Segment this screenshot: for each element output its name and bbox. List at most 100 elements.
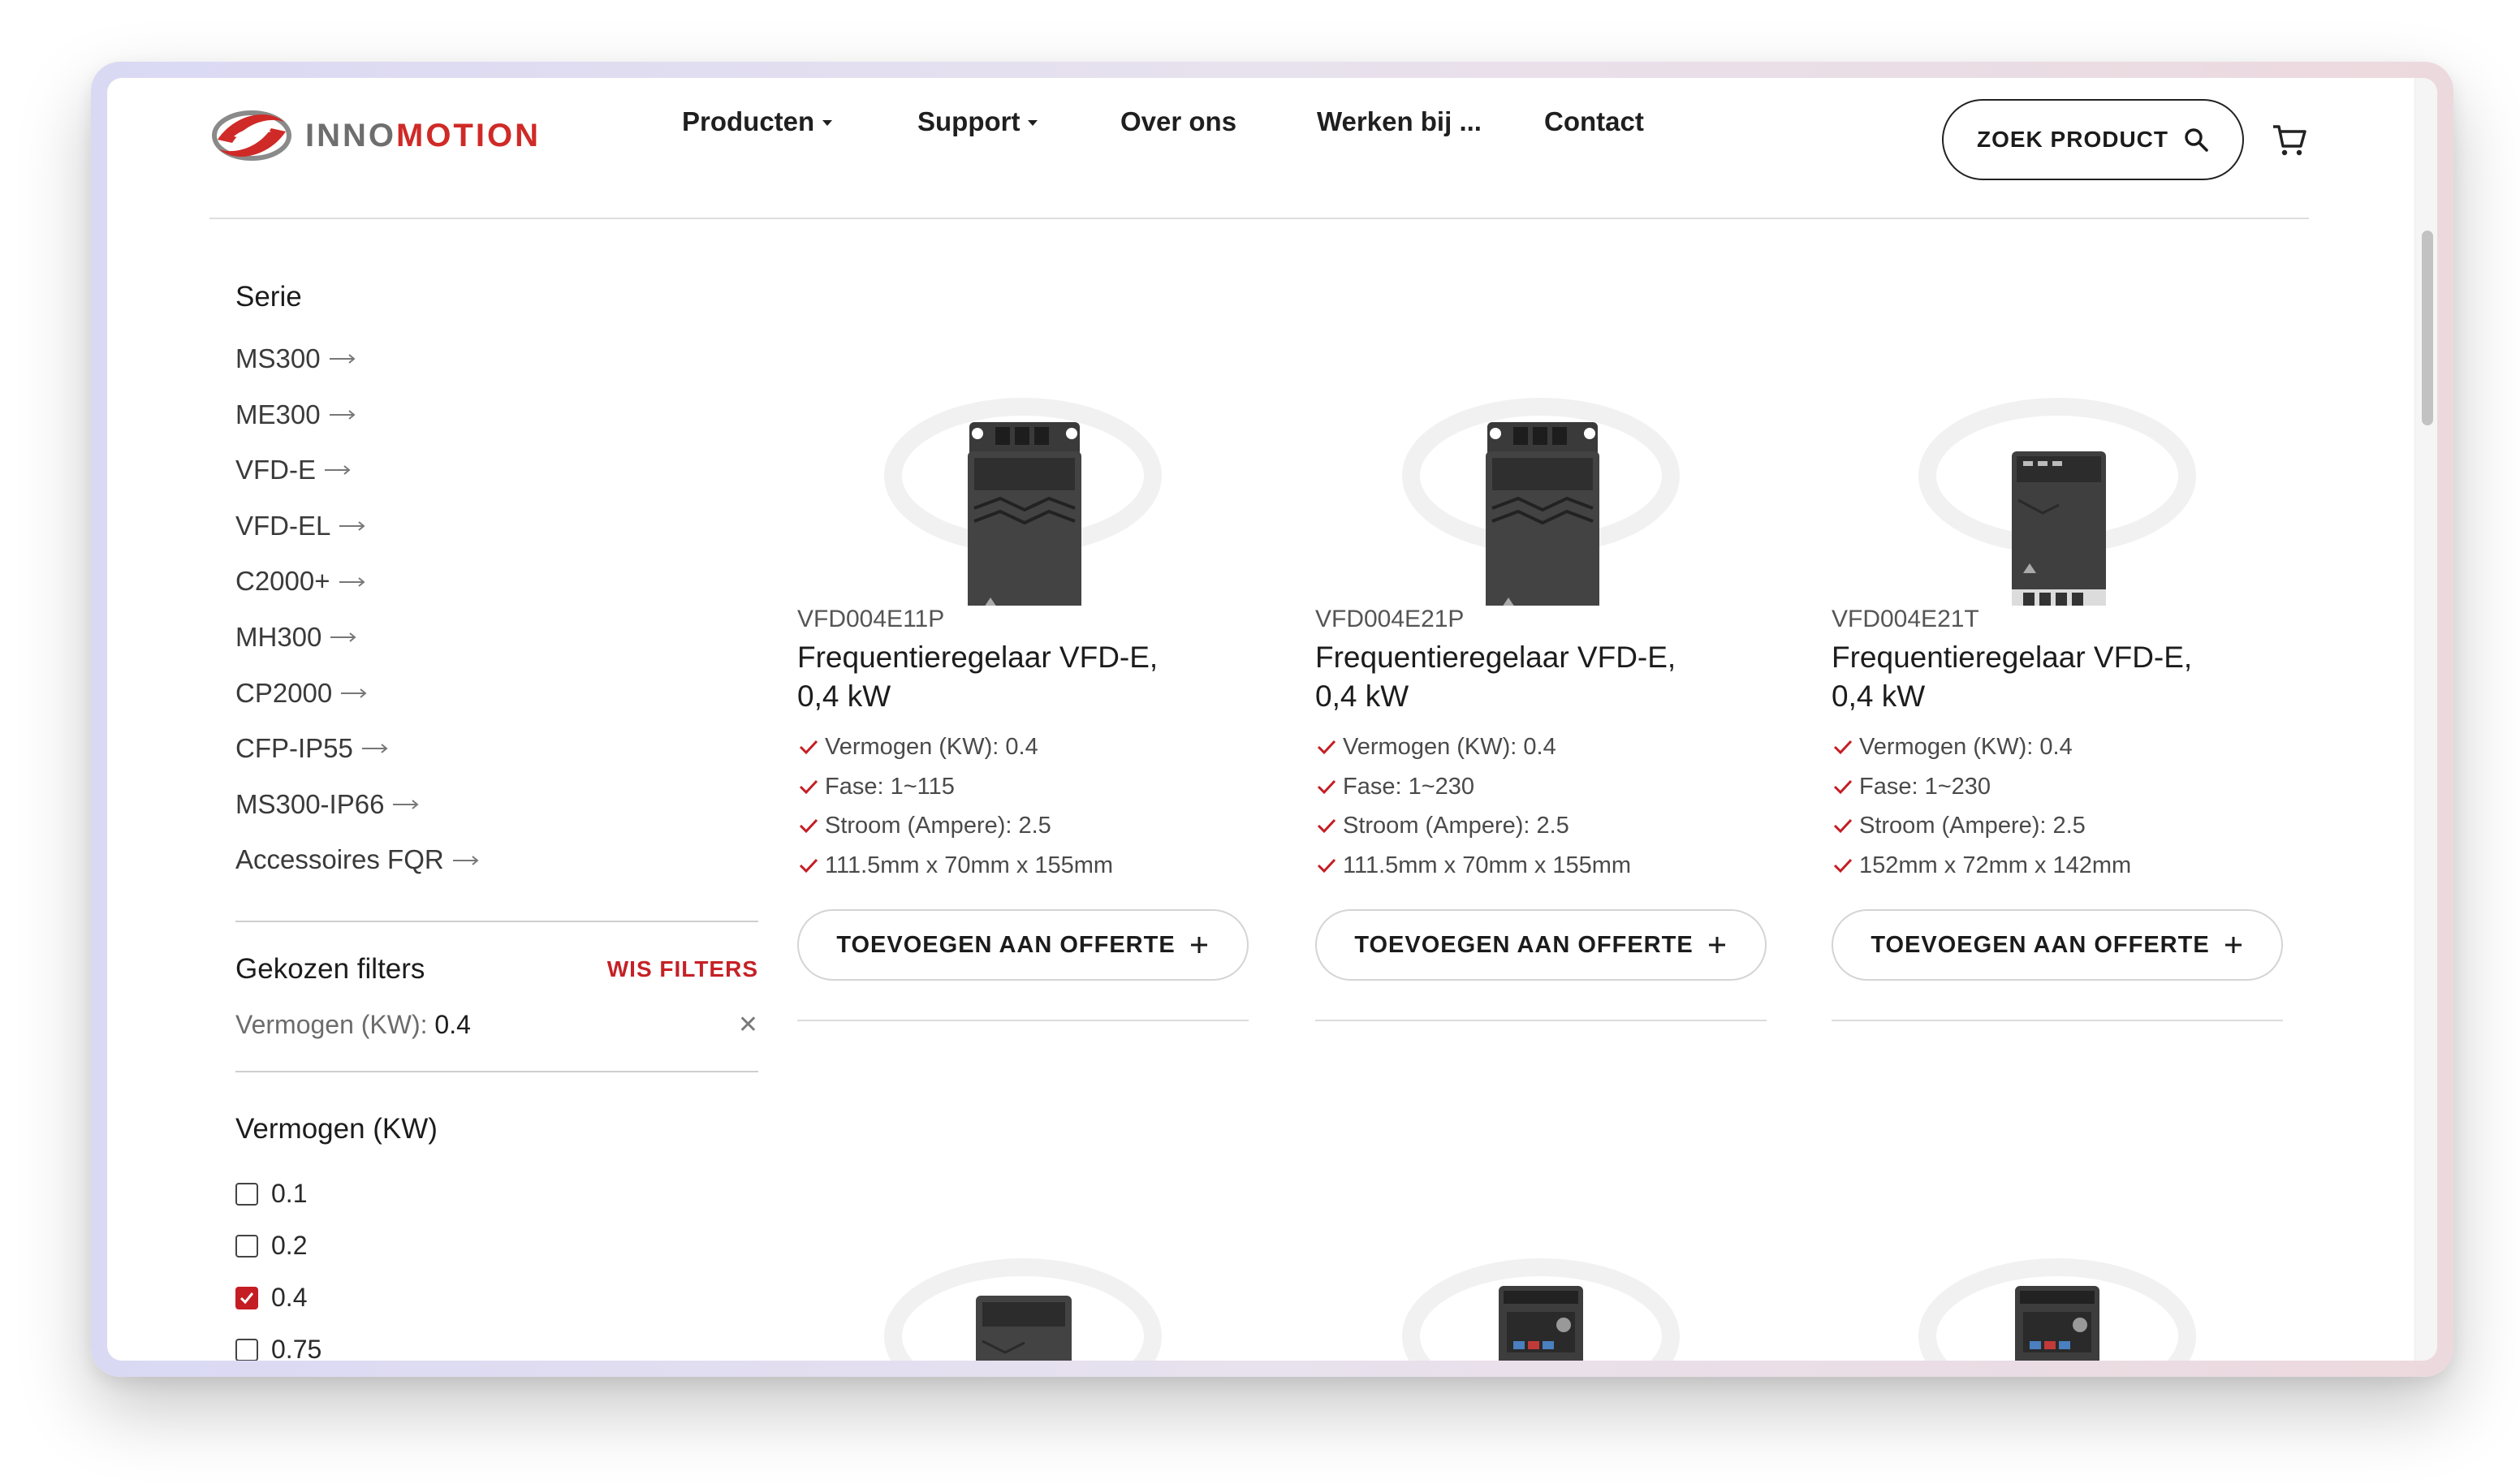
chosen-filters-header: Gekozen filters WIS FILTERS [235, 953, 758, 986]
product-name[interactable]: Frequentieregelaar VFD-E, 0,4 kW [1832, 638, 2283, 716]
nav-over-ons[interactable]: Over ons [1120, 106, 1236, 137]
nav-support-label: Support [917, 106, 1021, 136]
checkbox-label: 0.4 [271, 1283, 308, 1313]
power-option-0-2[interactable]: 0.2 [235, 1220, 758, 1272]
checkbox[interactable] [235, 1182, 258, 1206]
vfd-drive-image [1918, 1258, 2196, 1361]
product-card: VFD004E21P Frequentieregelaar VFD-E, 0,4… [1315, 321, 1767, 1021]
plus-icon [2224, 937, 2242, 953]
series-item-label: Accessoires FQR [235, 844, 444, 875]
check-icon [1833, 858, 1853, 873]
chosen-filter-item: Vermogen (KW): 0.4 ✕ [235, 1010, 758, 1040]
spec-text: Vermogen (KW): 0.4 [1859, 734, 2073, 760]
product-image[interactable] [1832, 321, 2283, 606]
series-item-ms300-ip66[interactable]: MS300-IP66 [235, 777, 758, 833]
product-name-line2: 0,4 kW [1832, 679, 1926, 713]
scrollbar-thumb[interactable] [2422, 231, 2433, 425]
power-option-0-4[interactable]: 0.4 [235, 1272, 758, 1324]
arrow-right-icon [339, 521, 365, 531]
clear-filters-button[interactable]: WIS FILTERS [607, 956, 758, 982]
checkbox-label: 0.75 [271, 1335, 322, 1361]
check-icon [1317, 858, 1336, 873]
nav-werken-bij-label: Werken bij ... [1317, 106, 1482, 136]
series-item-mh300[interactable]: MH300 [235, 610, 758, 666]
search-product-button[interactable]: ZOEK PRODUCT [1942, 99, 2244, 180]
product-card [1315, 1182, 1767, 1361]
remove-filter-icon[interactable]: ✕ [738, 1011, 758, 1039]
series-item-cfp-ip55[interactable]: CFP-IP55 [235, 721, 758, 777]
arrow-right-icon [393, 800, 419, 809]
series-item-vfd-e[interactable]: VFD-E [235, 442, 758, 498]
spec-text: Stroom (Ampere): 2.5 [825, 813, 1051, 839]
product-image[interactable] [1315, 1182, 1767, 1361]
nav-support[interactable]: Support [917, 106, 1038, 137]
check-icon [799, 740, 818, 755]
product-name-line1: Frequentieregelaar VFD-E, [797, 641, 1159, 674]
product-card [1832, 1182, 2283, 1361]
product-image[interactable] [797, 1182, 1249, 1361]
nav-contact[interactable]: Contact [1544, 106, 1644, 137]
product-image[interactable] [1832, 1182, 2283, 1361]
logo[interactable]: INNOMOTION [209, 107, 541, 164]
add-to-quote-button[interactable]: TOEVOEGEN AAN OFFERTE [1832, 909, 2283, 981]
checkmark-icon [239, 1292, 254, 1305]
spec-item: Vermogen (KW): 0.4 [1315, 727, 1767, 767]
cart-icon[interactable] [2270, 120, 2309, 159]
check-icon [799, 779, 818, 794]
vfd-drive-image [884, 398, 1162, 606]
add-to-quote-label: TOEVOEGEN AAN OFFERTE [1871, 931, 2210, 958]
spec-text: 152mm x 72mm x 142mm [1859, 852, 2132, 878]
product-image[interactable] [1315, 321, 1767, 606]
spec-text: Fase: 1~115 [825, 773, 955, 800]
series-item-ms300[interactable]: MS300 [235, 331, 758, 387]
series-item-label: CP2000 [235, 677, 333, 708]
series-item-label: CFP-IP55 [235, 733, 353, 764]
check-icon [799, 858, 818, 873]
checkbox[interactable] [235, 1338, 258, 1361]
logo-text: INNOMOTION [305, 118, 541, 154]
spec-text: Vermogen (KW): 0.4 [1343, 734, 1556, 760]
browser-window: INNOMOTION Producten Support Over ons We… [107, 78, 2437, 1361]
spec-text: 111.5mm x 70mm x 155mm [825, 852, 1114, 878]
series-item-cp2000[interactable]: CP2000 [235, 666, 758, 722]
arrow-right-icon [329, 410, 356, 420]
chosen-filter-label: Vermogen (KW): [235, 1009, 428, 1039]
add-to-quote-button[interactable]: TOEVOEGEN AAN OFFERTE [797, 909, 1249, 981]
logo-swoosh-icon [212, 110, 291, 161]
nav-werken-bij[interactable]: Werken bij ... [1317, 106, 1482, 137]
product-sku: VFD004E21P [1315, 606, 1465, 632]
product-name[interactable]: Frequentieregelaar VFD-E, 0,4 kW [797, 638, 1249, 716]
spec-text: Fase: 1~230 [1859, 773, 1991, 800]
series-item-label: MS300-IP66 [235, 788, 385, 819]
caret-down-icon [822, 120, 833, 126]
sidebar-divider [235, 920, 758, 922]
spec-item: 111.5mm x 70mm x 155mm [1315, 846, 1767, 886]
add-to-quote-button[interactable]: TOEVOEGEN AAN OFFERTE [1315, 909, 1767, 981]
product-card: VFD004E11P Frequentieregelaar VFD-E, 0,4… [797, 321, 1249, 1021]
power-option-0-75[interactable]: 0.75 [235, 1324, 758, 1361]
spec-item: Fase: 1~230 [1315, 767, 1767, 807]
checkbox-checked[interactable] [235, 1286, 258, 1309]
caret-down-icon [1028, 120, 1038, 126]
series-item-me300[interactable]: ME300 [235, 387, 758, 443]
spec-item: Stroom (Ampere): 2.5 [797, 806, 1249, 846]
arrow-right-icon [361, 744, 388, 754]
nav-producten[interactable]: Producten [682, 106, 833, 137]
vfd-drive-image [884, 1258, 1162, 1361]
product-image[interactable] [797, 321, 1249, 606]
power-option-0-1[interactable]: 0.1 [235, 1168, 758, 1220]
spec-text: Vermogen (KW): 0.4 [825, 734, 1038, 760]
scrollbar[interactable] [2414, 78, 2437, 1361]
spec-item: Vermogen (KW): 0.4 [797, 727, 1249, 767]
site-header: INNOMOTION Producten Support Over ons We… [107, 78, 2437, 219]
series-item-accessoires-fqr[interactable]: Accessoires FQR [235, 832, 758, 888]
series-item-vfd-el[interactable]: VFD-EL [235, 498, 758, 554]
series-item-c2000plus[interactable]: C2000+ [235, 554, 758, 610]
product-name[interactable]: Frequentieregelaar VFD-E, 0,4 kW [1315, 638, 1767, 716]
chosen-filters-title: Gekozen filters [235, 952, 425, 985]
card-divider [797, 1020, 1249, 1021]
checkbox[interactable] [235, 1234, 258, 1258]
logo-text-inno: INNO [305, 117, 396, 153]
vfd-drive-image [1402, 398, 1680, 606]
arrow-right-icon [341, 688, 367, 698]
